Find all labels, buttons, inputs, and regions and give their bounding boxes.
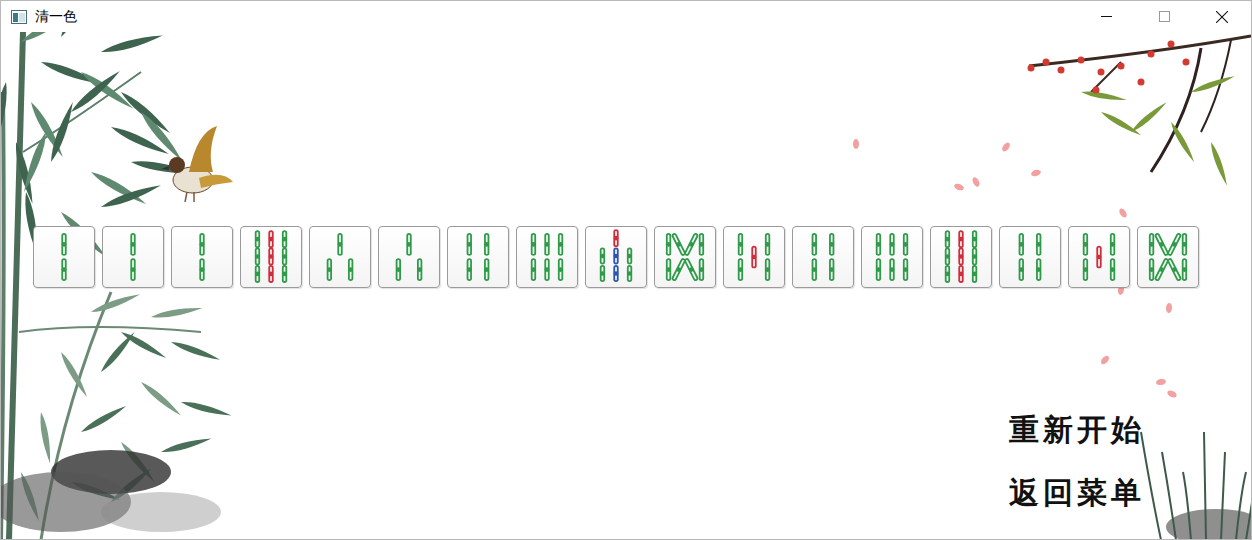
bamboo-tile-icon	[586, 227, 646, 287]
mahjong-tile[interactable]	[930, 226, 992, 288]
bamboo-tile-icon	[655, 227, 715, 287]
menu: 重新开始返回菜单	[1, 410, 1251, 539]
mahjong-tile[interactable]	[792, 226, 854, 288]
game-area: 重新开始返回菜单	[1, 32, 1251, 539]
bamboo-tile-icon	[448, 227, 508, 287]
bamboo-tile-icon	[241, 227, 301, 287]
close-icon	[1216, 11, 1228, 23]
bamboo-tile-icon	[862, 227, 922, 287]
mahjong-tile[interactable]	[585, 226, 647, 288]
bamboo-icon	[1, 32, 232, 539]
bamboo-tile-icon	[1000, 227, 1060, 287]
grass-icon	[1141, 432, 1251, 539]
bamboo-tile-icon	[1138, 227, 1198, 287]
mahjong-tile[interactable]	[171, 226, 233, 288]
window-title: 清一色	[35, 8, 1077, 26]
maximize-icon	[1159, 11, 1170, 22]
minimize-icon	[1101, 11, 1112, 22]
mahjong-tile[interactable]	[1137, 226, 1199, 288]
app-icon	[11, 9, 29, 25]
close-button[interactable]	[1193, 1, 1251, 32]
bamboo-tile-icon	[310, 227, 370, 287]
petal-icon	[853, 139, 1178, 399]
bamboo-tile-icon	[517, 227, 577, 287]
mahjong-tile[interactable]	[999, 226, 1061, 288]
bamboo-tile-icon	[103, 227, 163, 287]
bamboo-tile-icon	[793, 227, 853, 287]
mahjong-tile[interactable]	[447, 226, 509, 288]
title-bar: 清一色	[1, 1, 1251, 32]
minimize-button[interactable]	[1077, 1, 1135, 32]
mahjong-tile[interactable]	[378, 226, 440, 288]
bird-icon	[161, 126, 233, 202]
bamboo-tile-icon	[34, 227, 94, 287]
mahjong-tile[interactable]	[309, 226, 371, 288]
window-icon	[11, 10, 27, 24]
bamboo-tile-icon	[931, 227, 991, 287]
bamboo-tile-icon	[1069, 227, 1129, 287]
game-window: 清一色重新开始返回菜单	[0, 0, 1252, 540]
bamboo-tile-icon	[724, 227, 784, 287]
menu-button[interactable]: 返回菜单	[1009, 473, 1145, 514]
bamboo-tile-icon	[172, 227, 232, 287]
mahjong-tile[interactable]	[240, 226, 302, 288]
plum-branch-icon	[1028, 36, 1252, 187]
mahjong-tile[interactable]	[33, 226, 95, 288]
mahjong-tile[interactable]	[861, 226, 923, 288]
bamboo-tile-icon	[379, 227, 439, 287]
hand	[1, 226, 1251, 288]
ink-rock-icon	[1, 450, 221, 532]
menu-button[interactable]: 重新开始	[1009, 410, 1145, 451]
mahjong-tile[interactable]	[654, 226, 716, 288]
mahjong-tile[interactable]	[723, 226, 785, 288]
maximize-button[interactable]	[1135, 1, 1193, 32]
mahjong-tile[interactable]	[102, 226, 164, 288]
mahjong-tile[interactable]	[516, 226, 578, 288]
mahjong-tile[interactable]	[1068, 226, 1130, 288]
